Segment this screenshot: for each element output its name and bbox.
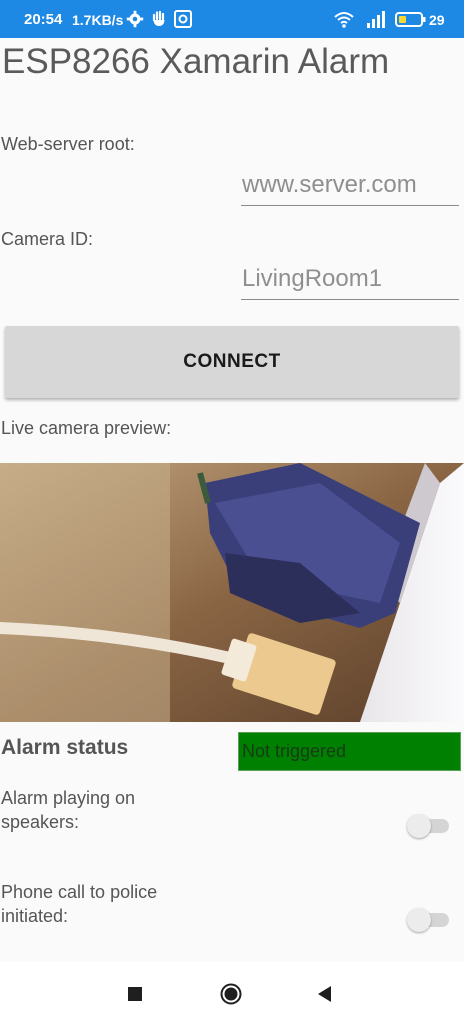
settings-gear-icon (126, 10, 144, 28)
hand-icon (152, 10, 165, 26)
network-speed: 1.7KB/s (72, 12, 124, 28)
police-call-toggle-thumb (407, 908, 431, 932)
preview-label: Live camera preview: (1, 418, 172, 438)
server-label: Web-server root: (1, 134, 135, 154)
speakers-toggle-thumb (407, 814, 431, 838)
camera-preview-graphic (0, 463, 464, 722)
status-time: 20:54 (24, 11, 63, 28)
server-input-value: www.server.com (242, 171, 417, 198)
server-input[interactable]: www.server.com (241, 165, 459, 206)
wifi-icon (334, 12, 354, 28)
camera-label: Camera ID: (1, 229, 94, 249)
navigation-bar (0, 962, 464, 1024)
cellular-signal-icon (367, 11, 385, 28)
police-call-toggle[interactable] (407, 908, 451, 932)
app-title: ESP8266 Xamarin Alarm (2, 42, 390, 81)
camera-id-input-value: LivingRoom1 (242, 265, 383, 292)
connect-button[interactable]: CONNECT (5, 326, 459, 398)
battery-percent: 29 (429, 12, 445, 28)
camera-preview-image (0, 463, 464, 722)
speakers-label: Alarm playing on speakers: (1, 788, 136, 832)
screenshot-app-icon (174, 10, 192, 28)
status-bar: 20:54 1.7KB/s 29 (0, 0, 464, 38)
police-call-label: Phone call to police initiated: (1, 882, 158, 926)
alarm-status-value: Not triggered (238, 732, 461, 771)
alarm-status-label: Alarm status (1, 736, 129, 759)
back-triangle-icon[interactable] (314, 983, 336, 1005)
recents-square-icon[interactable] (124, 983, 146, 1005)
home-circle-icon[interactable] (220, 983, 242, 1005)
battery-icon (395, 12, 426, 27)
camera-id-input[interactable]: LivingRoom1 (241, 259, 459, 300)
speakers-toggle[interactable] (407, 814, 451, 838)
